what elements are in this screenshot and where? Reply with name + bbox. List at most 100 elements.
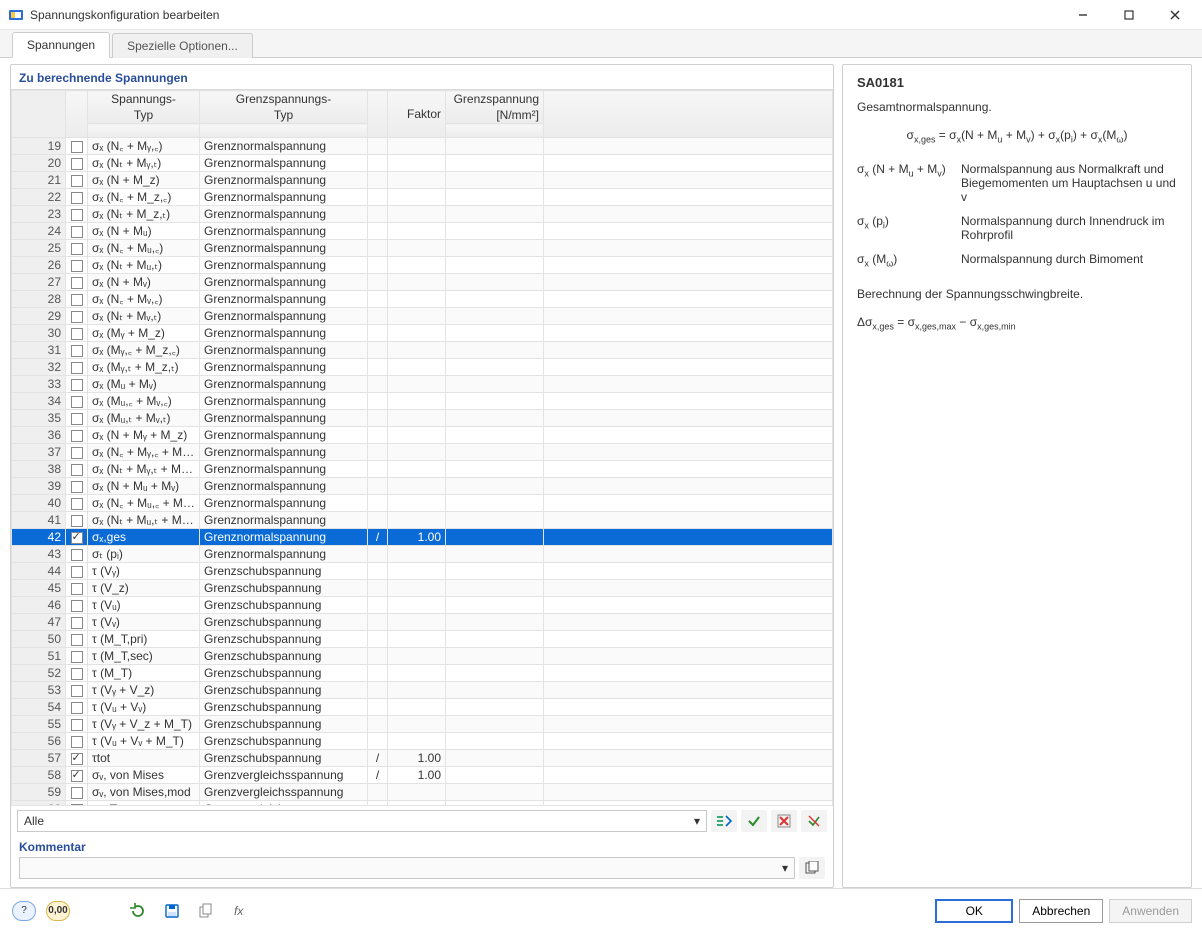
row-limit-type[interactable]: Grenznormalspannung [200,427,368,444]
row-stress-type[interactable]: σₓ (N + Mᵥ) [88,274,200,291]
row-stress-type[interactable]: σₓ (N꜀ + Mᵧ,꜀ + M_z,꜀) [88,444,200,461]
row-limit-value[interactable] [446,699,544,716]
ok-button[interactable]: OK [935,899,1013,923]
row-limit-type[interactable]: Grenzschubspannung [200,716,368,733]
row-stress-type[interactable]: σₓ (Mᵧ,꜀ + M_z,꜀) [88,342,200,359]
row-checkbox[interactable] [71,770,83,782]
row-checkbox[interactable] [71,362,83,374]
row-checkbox[interactable] [71,345,83,357]
row-checkbox[interactable] [71,430,83,442]
row-factor[interactable] [388,223,446,240]
row-limit-value[interactable] [446,716,544,733]
table-row[interactable]: 60σᵥ, TrescaGrenzvergleichsspannung [12,801,833,806]
row-limit-value[interactable] [446,427,544,444]
row-factor[interactable] [388,801,446,806]
row-checkbox[interactable] [71,702,83,714]
row-checkbox[interactable] [71,311,83,323]
row-stress-type[interactable]: τ (Vᵥ) [88,614,200,631]
table-row[interactable]: 24σₓ (N + Mᵤ)Grenznormalspannung [12,223,833,240]
row-factor[interactable]: 1.00 [388,750,446,767]
row-limit-value[interactable] [446,614,544,631]
row-checkbox-cell[interactable] [66,767,88,784]
row-checkbox-cell[interactable] [66,631,88,648]
row-limit-value[interactable] [446,376,544,393]
row-limit-value[interactable] [446,274,544,291]
tab-spannungen[interactable]: Spannungen [12,32,110,58]
row-checkbox[interactable] [71,328,83,340]
table-row[interactable]: 39σₓ (N + Mᵤ + Mᵥ)Grenznormalspannung [12,478,833,495]
row-limit-value[interactable] [446,682,544,699]
row-stress-type[interactable]: σₓ (N꜀ + Mᵤ,꜀ + Mᵥ,꜀) [88,495,200,512]
row-factor[interactable] [388,597,446,614]
table-row[interactable]: 34σₓ (Mᵤ,꜀ + Mᵥ,꜀)Grenznormalspannung [12,393,833,410]
row-checkbox[interactable] [71,294,83,306]
row-stress-type[interactable]: σₓ (Nₜ + Mᵤ,ₜ + Mᵥ,ₜ) [88,512,200,529]
row-checkbox[interactable] [71,787,83,799]
table-row[interactable]: 37σₓ (N꜀ + Mᵧ,꜀ + M_z,꜀)Grenznormalspann… [12,444,833,461]
row-stress-type[interactable]: σₓ (N + Mᵧ + M_z) [88,427,200,444]
table-row[interactable]: 51τ (M_T,sec)Grenzschubspannung [12,648,833,665]
row-limit-type[interactable]: Grenzschubspannung [200,665,368,682]
row-limit-value[interactable] [446,495,544,512]
row-stress-type[interactable]: τ (Vᵧ) [88,563,200,580]
row-factor[interactable] [388,682,446,699]
save-template-button[interactable] [158,897,186,925]
table-row[interactable]: 27σₓ (N + Mᵥ)Grenznormalspannung [12,274,833,291]
row-limit-value[interactable] [446,172,544,189]
table-row[interactable]: 36σₓ (N + Mᵧ + M_z)Grenznormalspannung [12,427,833,444]
row-limit-value[interactable] [446,342,544,359]
row-stress-type[interactable]: σₜ (pᵢ) [88,546,200,563]
row-limit-value[interactable] [446,461,544,478]
row-checkbox-cell[interactable] [66,478,88,495]
table-row[interactable]: 54τ (Vᵤ + Vᵥ)Grenzschubspannung [12,699,833,716]
table-row[interactable]: 38σₓ (Nₜ + Mᵧ,ₜ + M_z,ₜ)Grenznormalspann… [12,461,833,478]
row-factor[interactable] [388,308,446,325]
row-limit-type[interactable]: Grenznormalspannung [200,138,368,155]
row-limit-type[interactable]: Grenznormalspannung [200,274,368,291]
row-factor[interactable] [388,461,446,478]
row-checkbox[interactable] [71,804,83,805]
row-checkbox-cell[interactable] [66,801,88,806]
row-limit-type[interactable]: Grenznormalspannung [200,478,368,495]
row-factor[interactable] [388,427,446,444]
row-limit-type[interactable]: Grenzschubspannung [200,648,368,665]
row-limit-value[interactable] [446,240,544,257]
row-stress-type[interactable]: σᵥ, von Mises,mod [88,784,200,801]
row-limit-type[interactable]: Grenznormalspannung [200,240,368,257]
row-limit-value[interactable] [446,563,544,580]
row-factor[interactable] [388,699,446,716]
row-limit-value[interactable] [446,750,544,767]
row-limit-type[interactable]: Grenznormalspannung [200,155,368,172]
help-button[interactable]: ? [10,897,38,925]
row-stress-type[interactable]: σₓ (N + M_z) [88,172,200,189]
row-checkbox[interactable] [71,226,83,238]
close-button[interactable] [1152,0,1198,30]
row-checkbox[interactable] [71,617,83,629]
table-row[interactable]: 19σₓ (N꜀ + Mᵧ,꜀)Grenznormalspannung [12,138,833,155]
row-checkbox[interactable] [71,175,83,187]
row-checkbox[interactable] [71,515,83,527]
row-limit-type[interactable]: Grenznormalspannung [200,359,368,376]
table-row[interactable]: 59σᵥ, von Mises,modGrenzvergleichsspannu… [12,784,833,801]
table-row[interactable]: 42σₓ,gesGrenznormalspannung/1.00 [12,529,833,546]
row-factor[interactable] [388,410,446,427]
row-stress-type[interactable]: τ (M_T,sec) [88,648,200,665]
row-limit-value[interactable] [446,291,544,308]
row-checkbox[interactable] [71,651,83,663]
row-checkbox[interactable] [71,549,83,561]
row-checkbox-cell[interactable] [66,189,88,206]
row-checkbox-cell[interactable] [66,529,88,546]
row-checkbox[interactable] [71,583,83,595]
row-stress-type[interactable]: τ (Vᵤ) [88,597,200,614]
row-checkbox-cell[interactable] [66,699,88,716]
row-limit-value[interactable] [446,359,544,376]
row-factor[interactable] [388,189,446,206]
row-limit-value[interactable] [446,767,544,784]
row-checkbox-cell[interactable] [66,784,88,801]
grid-scroll[interactable]: Spannungs-Typ Grenzspannungs-Typ Faktor … [11,90,833,805]
row-limit-value[interactable] [446,580,544,597]
uncheck-all-button[interactable] [771,810,797,832]
row-stress-type[interactable]: σₓ (N + Mᵤ + Mᵥ) [88,478,200,495]
row-factor[interactable] [388,240,446,257]
row-checkbox[interactable] [71,141,83,153]
